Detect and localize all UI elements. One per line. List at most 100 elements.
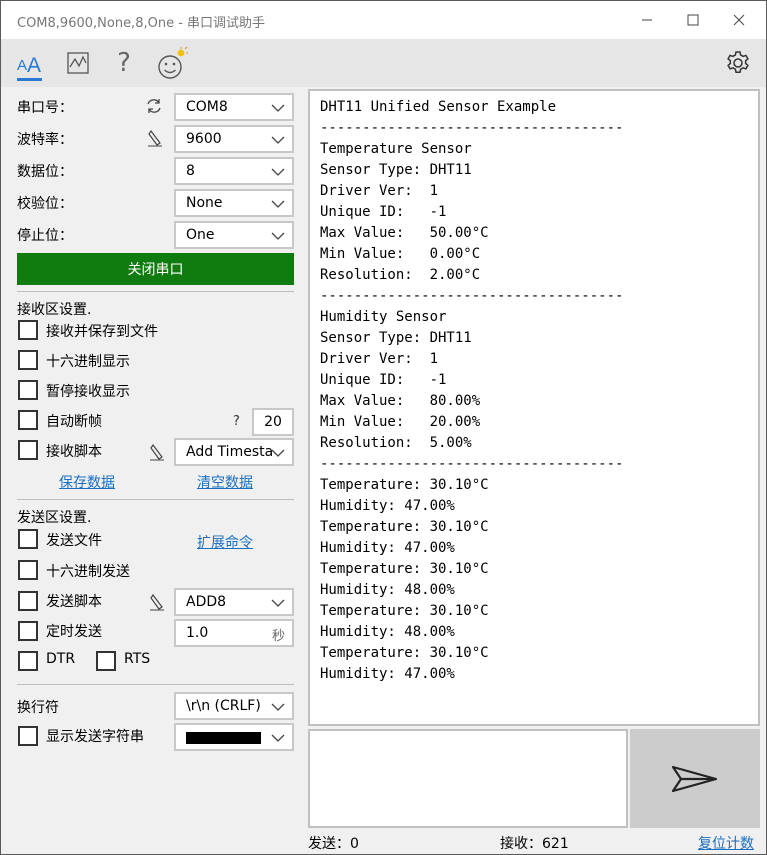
output-line: Humidity: 47.00% <box>320 666 455 682</box>
rts-checkbox[interactable] <box>96 651 116 671</box>
output-line: Driver Ver: 1 <box>320 351 439 367</box>
tab-about[interactable] <box>152 39 192 87</box>
timed-send-checkbox[interactable] <box>18 621 38 641</box>
output-line: Resolution: 2.00°C <box>320 267 481 283</box>
settings-button[interactable] <box>718 39 758 87</box>
text-color-select[interactable] <box>174 723 294 751</box>
baud-label: 波特率： <box>17 132 73 148</box>
receive-script-value: Add Timesta <box>186 444 274 460</box>
output-line: ------------------------------------ <box>320 288 624 304</box>
parity-value: None <box>186 195 223 211</box>
extend-command-link[interactable]: 扩展命令 <box>197 532 253 552</box>
pause-display-checkbox[interactable] <box>18 380 38 400</box>
reset-count-link[interactable]: 复位计数 <box>698 833 754 853</box>
maximize-button[interactable] <box>670 1 716 39</box>
parity-select[interactable]: None <box>174 189 294 217</box>
pen-icon[interactable] <box>149 443 165 461</box>
output-line: Min Value: 0.00°C <box>320 246 481 262</box>
font-size-icon: A A <box>17 54 41 76</box>
stopbits-value: One <box>186 227 215 243</box>
parity-label: 校验位： <box>17 196 73 212</box>
smiley-icon <box>158 46 188 79</box>
save-to-file-checkbox[interactable] <box>18 320 38 340</box>
receive-section-title: 接收区设置. <box>17 302 92 318</box>
minimize-button[interactable] <box>624 1 670 39</box>
send-script-select[interactable]: ADD8 <box>174 588 294 616</box>
send-input[interactable] <box>308 729 628 828</box>
title-bar: COM8,9600,None,8,One - 串口调试助手 <box>1 1 766 39</box>
auto-frame-checkbox[interactable] <box>18 410 38 430</box>
receive-script-select[interactable]: Add Timesta <box>174 438 294 466</box>
pen-icon[interactable] <box>149 593 165 611</box>
output-line: DHT11 Unified Sensor Example <box>320 99 557 115</box>
chevron-down-icon <box>271 703 285 711</box>
dtr-checkbox[interactable] <box>18 651 38 671</box>
help-icon[interactable]: ? <box>233 414 240 429</box>
svg-text:A: A <box>17 57 27 74</box>
output-line: Max Value: 50.00°C <box>320 225 489 241</box>
save-data-link[interactable]: 保存数据 <box>59 472 115 492</box>
close-button[interactable] <box>716 1 762 39</box>
close-port-button[interactable]: 关闭串口 <box>17 253 294 285</box>
output-line: Temperature: 30.10°C <box>320 477 489 493</box>
baud-select[interactable]: 9600 <box>174 125 294 153</box>
hex-display-checkbox[interactable] <box>18 350 38 370</box>
divider <box>17 684 294 685</box>
refresh-icon[interactable] <box>145 97 163 115</box>
pause-display-label: 暂停接收显示 <box>46 384 130 400</box>
send-section-title: 发送区设置. <box>17 510 92 526</box>
output-line: ------------------------------------ <box>320 120 624 136</box>
gear-icon <box>727 51 749 73</box>
show-send-string-checkbox[interactable] <box>18 726 38 746</box>
timed-unit: 秒 <box>271 629 285 644</box>
output-line: Max Value: 80.00% <box>320 393 481 409</box>
send-file-checkbox[interactable] <box>18 529 38 549</box>
minimize-icon <box>642 19 652 21</box>
help-icon: ? <box>117 48 131 78</box>
send-script-checkbox[interactable] <box>18 591 38 611</box>
settings-panel: 串口号： COM8 波特率： 9600 数据位： 8 校验位： None 停止位… <box>1 87 306 854</box>
receive-script-checkbox[interactable] <box>18 440 38 460</box>
output-line: Sensor Type: DHT11 <box>320 162 472 178</box>
sent-count: 发送：0 <box>308 836 359 852</box>
maximize-icon <box>687 14 699 26</box>
timed-send-label: 定时发送 <box>46 624 102 640</box>
save-to-file-label: 接收并保存到文件 <box>46 324 158 340</box>
send-script-label: 发送脚本 <box>46 594 102 610</box>
svg-text:A: A <box>27 54 41 76</box>
clear-data-link[interactable]: 清空数据 <box>197 472 253 492</box>
timed-interval-value: 1.0 <box>186 625 209 641</box>
auto-frame-input[interactable]: 20 <box>252 408 294 436</box>
databits-label: 数据位： <box>17 164 73 180</box>
pen-icon[interactable] <box>147 129 163 147</box>
hex-send-checkbox[interactable] <box>18 560 38 580</box>
hex-display-label: 十六进制显示 <box>46 354 130 370</box>
chevron-down-icon <box>271 136 285 144</box>
tab-help[interactable]: ? <box>104 39 144 87</box>
send-button[interactable] <box>630 729 760 828</box>
stopbits-select[interactable]: One <box>174 221 294 249</box>
output-line: Humidity: 47.00% <box>320 498 455 514</box>
output-line: Temperature: 30.10°C <box>320 561 489 577</box>
newline-value: \r\n (CRLF) <box>186 698 261 714</box>
output-line: Temperature: 30.10°C <box>320 645 489 661</box>
output-line: Humidity: 47.00% <box>320 540 455 556</box>
chevron-down-icon <box>271 200 285 208</box>
color-swatch <box>186 732 261 744</box>
timed-interval-input[interactable]: 1.0 秒 <box>174 619 294 647</box>
port-value: COM8 <box>186 99 228 115</box>
tab-chart[interactable] <box>58 39 98 87</box>
active-tab-indicator <box>17 78 42 81</box>
port-label: 串口号： <box>17 100 73 116</box>
auto-frame-label: 自动断帧 <box>46 414 102 430</box>
chevron-down-icon <box>271 168 285 176</box>
newline-select[interactable]: \r\n (CRLF) <box>174 692 294 720</box>
output-line: Humidity: 48.00% <box>320 582 455 598</box>
receive-script-label: 接收脚本 <box>46 444 102 460</box>
hex-send-label: 十六进制发送 <box>46 564 130 580</box>
receive-output[interactable]: DHT11 Unified Sensor Example ------------… <box>308 89 760 726</box>
app-window: COM8,9600,None,8,One - 串口调试助手 A A ? 串口号：… <box>0 0 767 855</box>
databits-select[interactable]: 8 <box>174 157 294 185</box>
port-select[interactable]: COM8 <box>174 93 294 121</box>
newline-label: 换行符 <box>17 700 59 716</box>
